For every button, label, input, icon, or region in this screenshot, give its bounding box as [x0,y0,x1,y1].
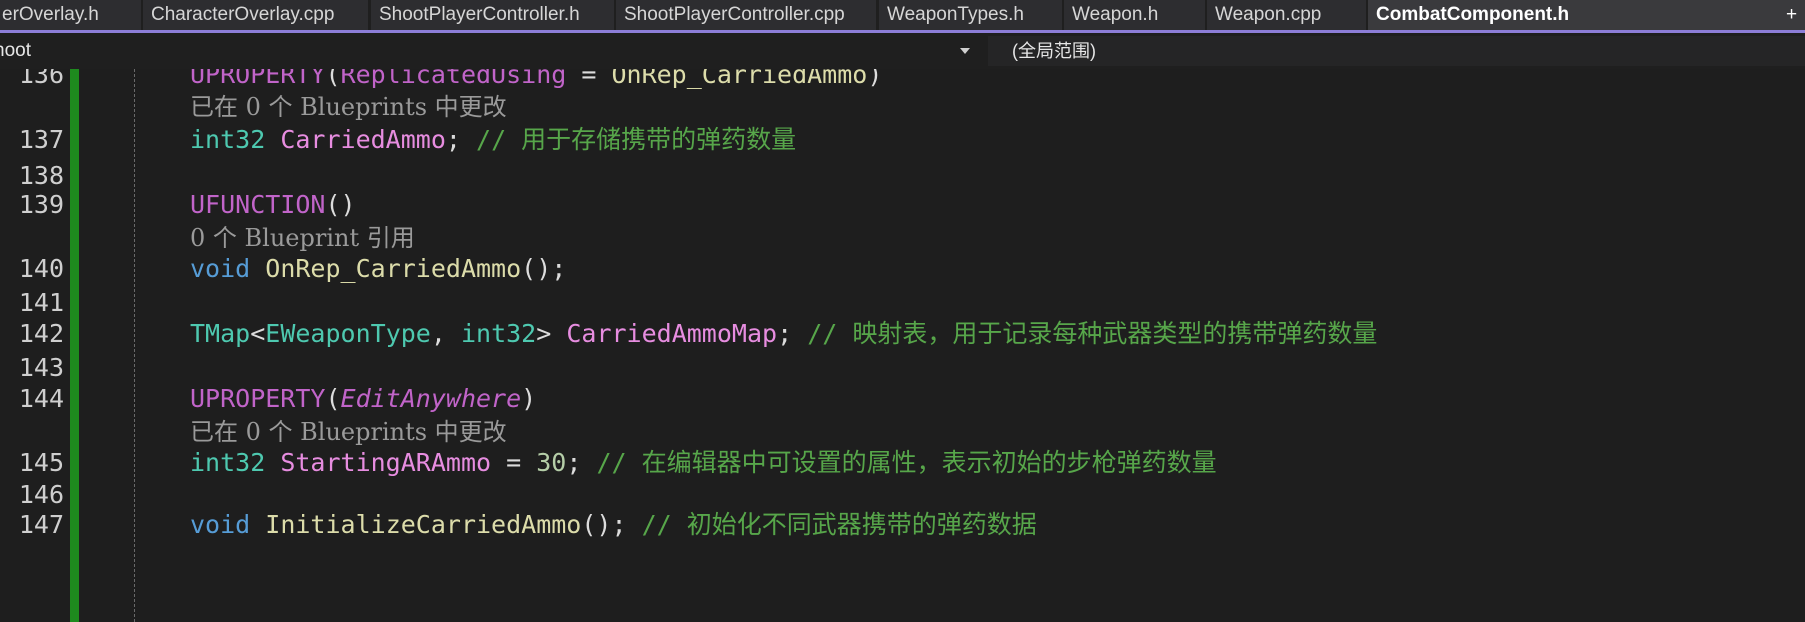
line-number: 147 [18,510,64,539]
tab-label: erOverlay.h [2,4,99,25]
code-line-140: 140 void OnRep_CarriedAmmo(); [0,251,1805,287]
punct-token: (); [581,510,627,539]
member-token: CarriedAmmo [280,125,446,154]
code-text: int32 StartingARAmmo = 30; // 在编辑器中可设置的属… [190,445,1217,481]
line-number: 139 [18,190,64,219]
code-text: TMap<EWeaponType, int32> CarriedAmmoMap;… [190,316,1377,352]
keyword-token: void [190,510,251,539]
punct-token: > [536,319,567,348]
codelens-hint-136: 已在 0 个 Blueprints 中更改 [0,90,1805,124]
macro-token: UFUNCTION [190,190,326,219]
punct-token: ) [521,384,537,413]
punct-token: ) [867,69,883,89]
code-text: UPROPERTY(EditAnywhere) [190,381,536,417]
tab-characteroverlay-h[interactable]: erOverlay.h [0,0,141,30]
punct-token: ; [566,448,582,477]
code-line-142: 142 TMap<EWeaponType, int32> CarriedAmmo… [0,316,1805,352]
punct-token: () [325,190,356,219]
macro-token: UPROPERTY [190,69,326,89]
line-number: 142 [18,319,64,348]
codelens-text[interactable]: 0 个 Blueprint 引用 [190,221,415,255]
enum-type-token: EWeaponType [265,319,431,348]
tab-shootplayercontroller-cpp[interactable]: ShootPlayerController.cpp [616,0,876,30]
codelens-text[interactable]: 已在 0 个 Blueprints 中更改 [190,415,507,449]
tab-label: CombatComponent.h [1376,4,1570,25]
code-text: void InitializeCarriedAmmo(); // 初始化不同武器… [190,507,1037,543]
scope-dropdown[interactable]: (全局范围) [988,36,1805,66]
function-token: OnRep_CarriedAmmo [265,254,522,283]
document-tab-bar: erOverlay.h CharacterOverlay.cpp ShootPl… [0,0,1805,30]
tab-label: Weapon.h [1072,4,1159,25]
line-number: 144 [18,384,64,413]
comment-token: // 在编辑器中可设置的属性，表示初始的步枪弹药数量 [596,448,1217,477]
code-line-137: 137 int32 CarriedAmmo; // 用于存储携带的弹药数量 [0,122,1805,158]
project-dropdown-label: hoot [0,40,31,61]
tab-weapontypes-h[interactable]: WeaponTypes.h [879,0,1062,30]
number-token: 30 [536,448,567,477]
type-token: TMap [190,319,251,348]
tab-label: CharacterOverlay.cpp [151,4,335,25]
member-token: StartingARAmmo [280,448,492,477]
member-token: CarriedAmmoMap [566,319,778,348]
punct-token: ; [445,125,461,154]
code-text: void OnRep_CarriedAmmo(); [190,251,566,287]
scope-dropdown-label: (全局范围) [1012,41,1096,61]
function-token: OnRep_CarriedAmmo [611,69,868,89]
macro-token: UPROPERTY [190,384,326,413]
chevron-down-icon [960,48,970,54]
punct-token: < [250,319,266,348]
code-editor[interactable]: 136 UPROPERTY(ReplicatedUsing = OnRep_Ca… [0,69,1805,622]
type-token: int32 [190,125,266,154]
code-line-147: 147 void InitializeCarriedAmmo(); // 初始化… [0,507,1805,543]
code-line-145: 145 int32 StartingARAmmo = 30; // 在编辑器中可… [0,445,1805,481]
comment-token: // 映射表，用于记录每种武器类型的携带弹药数量 [807,319,1378,348]
codelens-hint-144: 已在 0 个 Blueprints 中更改 [0,415,1805,449]
comment-token: // 初始化不同武器携带的弹药数据 [641,510,1037,539]
punct-token: = [566,69,612,89]
code-line-139: 139 UFUNCTION() [0,187,1805,223]
punct-token: ; [777,319,793,348]
tab-combatcomponent-h[interactable]: CombatComponent.h [1368,0,1805,30]
punct-token: (); [521,254,567,283]
project-dropdown[interactable]: hoot [0,36,978,66]
punct-token: ( [325,384,341,413]
tab-label: ShootPlayerController.cpp [624,4,845,25]
punct-token: , [430,319,461,348]
function-token: InitializeCarriedAmmo [265,510,582,539]
comment-token: // 用于存储携带的弹药数量 [476,125,797,154]
line-number: 137 [18,125,64,154]
punct-token: = [491,448,537,477]
line-number: 140 [18,254,64,283]
codelens-hint-139: 0 个 Blueprint 引用 [0,221,1805,255]
tab-label: Weapon.cpp [1215,4,1322,25]
navigation-bar: hoot (全局范围) [0,33,1805,69]
specifier-token: ReplicatedUsing [340,69,567,89]
tab-shootplayercontroller-h[interactable]: ShootPlayerController.h [371,0,614,30]
keyword-token: void [190,254,251,283]
type-token: int32 [460,319,537,348]
tab-characteroverlay-cpp[interactable]: CharacterOverlay.cpp [143,0,368,30]
tab-weapon-cpp[interactable]: Weapon.cpp [1207,0,1366,30]
tab-label: WeaponTypes.h [887,4,1024,25]
line-number: 145 [18,448,64,477]
code-text: UFUNCTION() [190,187,356,223]
tab-label: ShootPlayerController.h [379,4,580,25]
pin-icon[interactable]: + [1786,0,1797,30]
code-text: int32 CarriedAmmo; // 用于存储携带的弹药数量 [190,122,796,158]
punct-token: ( [325,69,341,89]
code-line-144: 144 UPROPERTY(EditAnywhere) [0,381,1805,417]
codelens-text[interactable]: 已在 0 个 Blueprints 中更改 [190,90,507,124]
specifier-token: EditAnywhere [340,384,522,413]
tab-weapon-h[interactable]: Weapon.h [1064,0,1205,30]
type-token: int32 [190,448,266,477]
